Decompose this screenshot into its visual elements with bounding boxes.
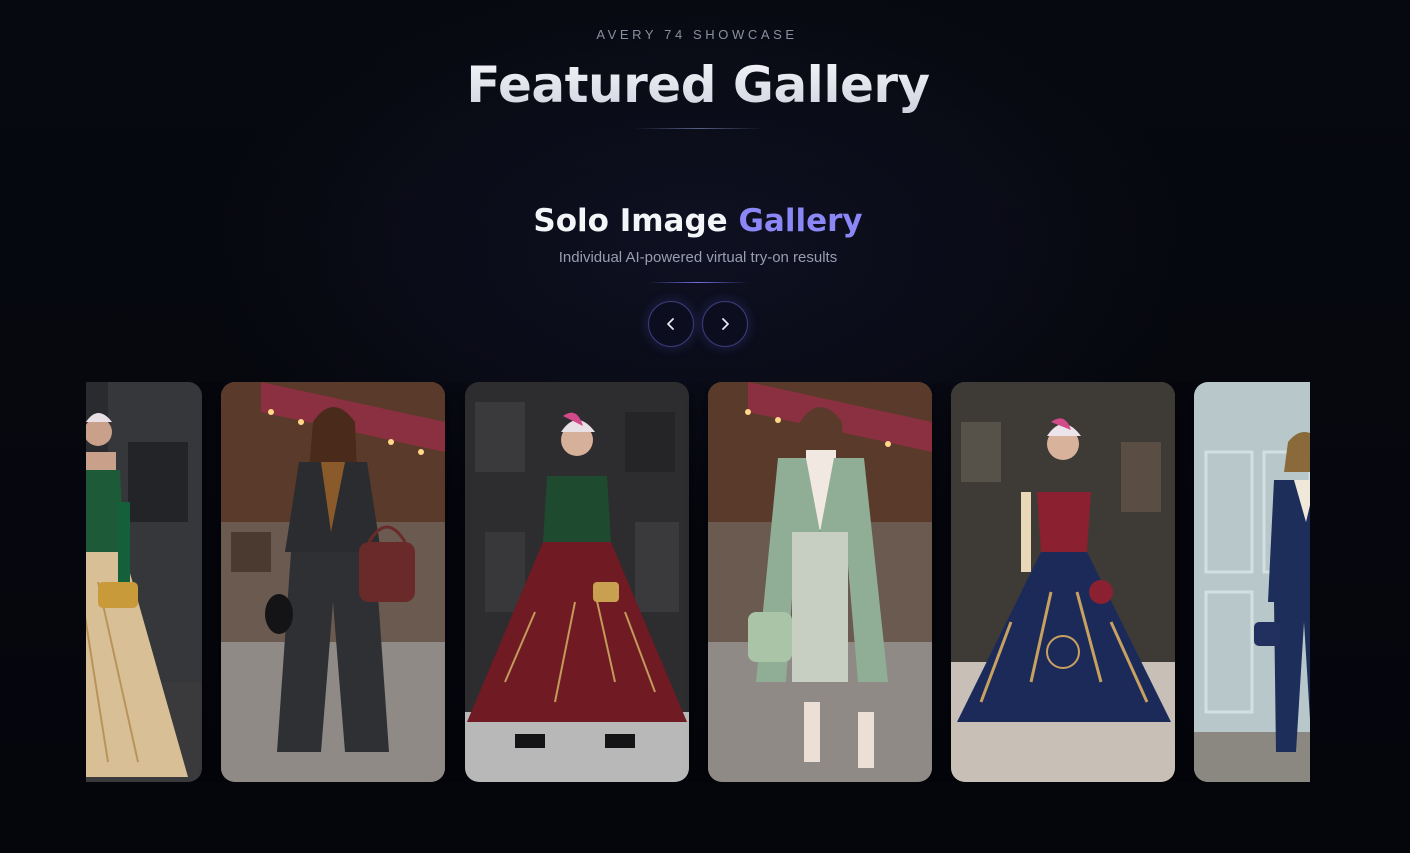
chevron-left-icon: [667, 318, 674, 330]
page-title: Featured Gallery: [0, 56, 1396, 114]
gallery-card[interactable]: [465, 382, 689, 782]
gallery-card[interactable]: [951, 382, 1175, 782]
title-divider: [634, 128, 764, 129]
gallery-card[interactable]: [1194, 382, 1310, 782]
carousel-prev-button[interactable]: [648, 301, 694, 347]
gallery-image: [465, 382, 689, 782]
gallery-image: [951, 382, 1175, 782]
carousel-next-button[interactable]: [702, 301, 748, 347]
section-subtitle: Individual AI-powered virtual try-on res…: [558, 249, 838, 266]
section-title-main: Solo Image: [533, 203, 728, 239]
image-carousel[interactable]: [86, 382, 1310, 782]
section-divider: [648, 282, 748, 283]
gallery-image: [221, 382, 445, 782]
section-title: Solo Image Gallery: [0, 203, 1396, 239]
gallery-card[interactable]: [708, 382, 932, 782]
gallery-image: [1194, 382, 1310, 782]
gallery-card[interactable]: [221, 382, 445, 782]
gallery-image: [86, 382, 202, 782]
section-title-accent: Gallery: [738, 203, 863, 239]
gallery-card[interactable]: [86, 382, 202, 782]
gallery-page: AVERY 74 SHOWCASE Featured Gallery Solo …: [0, 0, 1410, 853]
chevron-right-icon: [722, 318, 729, 330]
eyebrow-text: AVERY 74 SHOWCASE: [596, 27, 798, 42]
gallery-image: [708, 382, 932, 782]
